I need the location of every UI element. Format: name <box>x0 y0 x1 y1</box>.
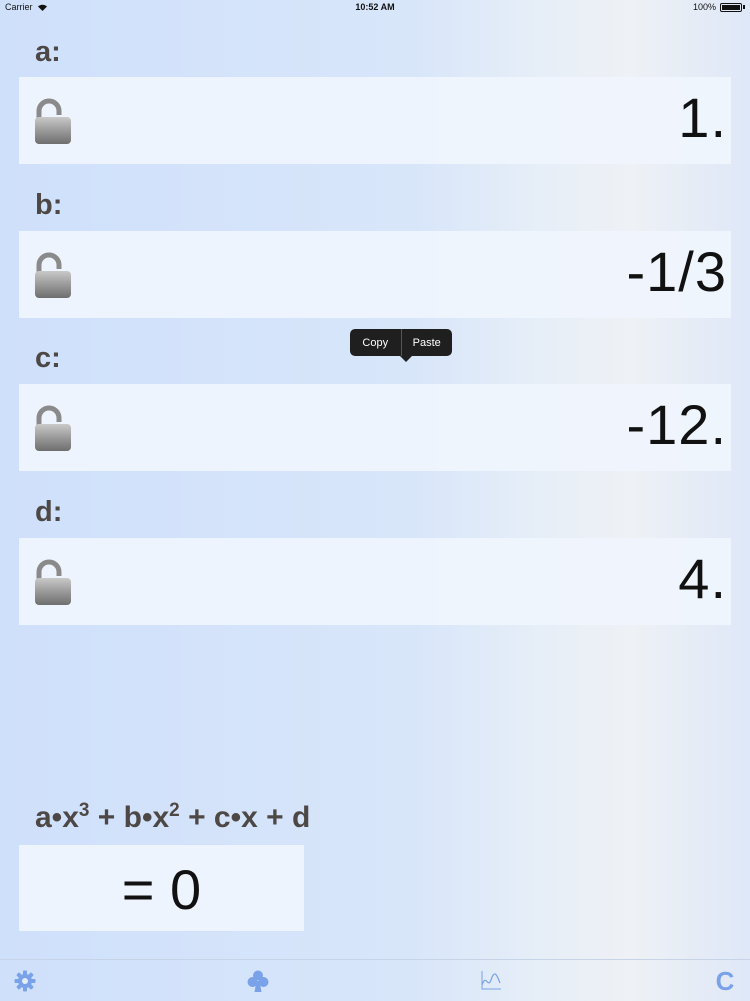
coefficient-d-field[interactable]: 4. <box>19 538 731 625</box>
coefficient-a-field[interactable]: 1. <box>19 77 731 164</box>
lock-open-icon[interactable] <box>34 97 72 145</box>
gear-icon <box>14 970 36 992</box>
paste-button[interactable]: Paste <box>402 329 453 356</box>
coefficient-b-value: -1/3 <box>626 240 727 303</box>
status-time: 10:52 AM <box>355 2 395 12</box>
edit-context-menu: Copy Paste <box>350 329 453 362</box>
settings-tab[interactable] <box>12 966 38 996</box>
coefficient-c-value: -12. <box>626 393 727 456</box>
tab-bar: C <box>0 959 750 1001</box>
battery-label: 100% <box>692 2 716 12</box>
graph-icon <box>481 971 501 990</box>
coefficient-a-label: a: <box>35 36 61 68</box>
club-tab[interactable] <box>245 966 271 996</box>
result-value: = 0 <box>121 858 202 921</box>
clear-tab[interactable]: C <box>712 966 738 996</box>
menu-pointer <box>400 356 412 362</box>
coefficient-c-field[interactable]: -12. <box>19 384 731 471</box>
coefficient-d-label: d: <box>35 496 63 528</box>
coefficient-c-label: c: <box>35 342 61 374</box>
clear-icon: C <box>715 965 735 996</box>
coefficient-d-value: 4. <box>678 547 727 610</box>
copy-button[interactable]: Copy <box>350 329 401 356</box>
battery-info: 100% <box>693 2 745 12</box>
graph-tab[interactable] <box>478 966 504 996</box>
coefficient-a-value: 1. <box>678 86 727 149</box>
battery-icon <box>720 2 742 12</box>
status-bar: Carrier 10:52 AM 100% <box>0 0 750 16</box>
lock-open-icon[interactable] <box>34 558 72 606</box>
club-icon <box>247 970 269 992</box>
result-field[interactable]: = 0 <box>19 845 304 931</box>
equation-label: a•x3 + b•x2 + c•x + d <box>35 800 311 834</box>
coefficient-b-field[interactable]: -1/3 <box>19 231 731 318</box>
coefficient-b-label: b: <box>35 189 63 221</box>
lock-open-icon[interactable] <box>34 251 72 299</box>
lock-open-icon[interactable] <box>34 404 72 452</box>
